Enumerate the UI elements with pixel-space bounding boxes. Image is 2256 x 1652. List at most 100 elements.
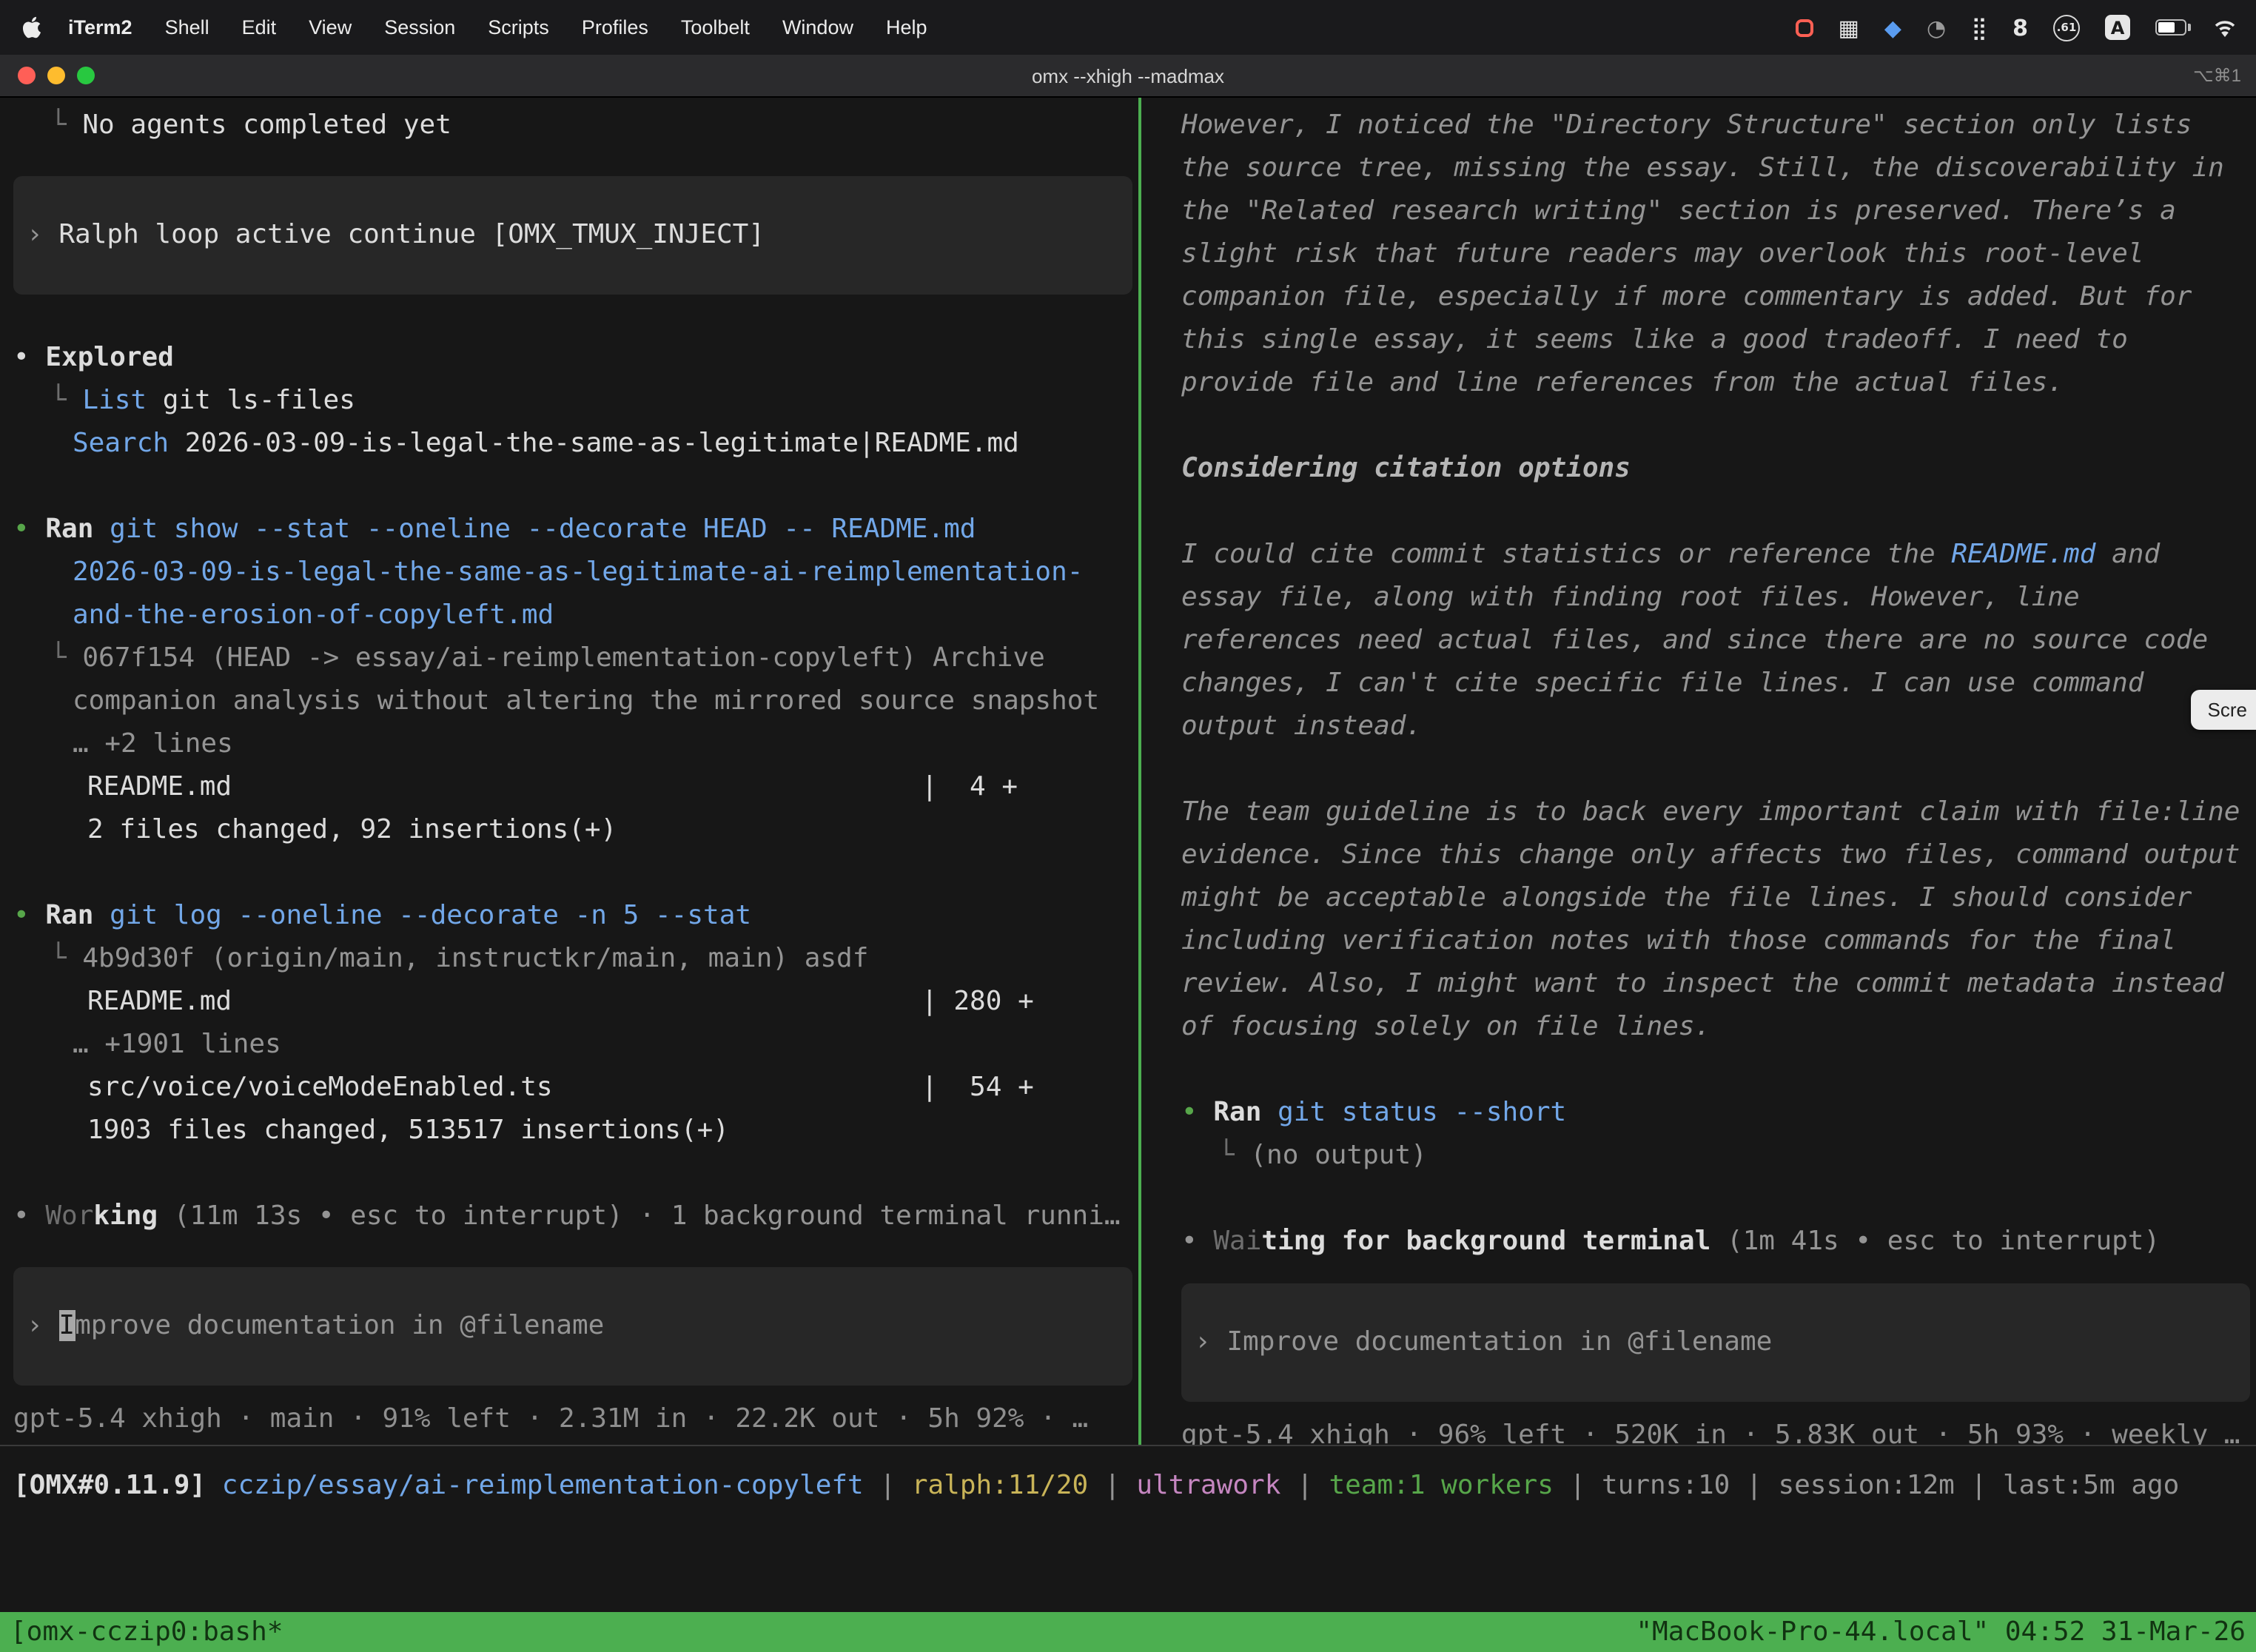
no-agents-line: └ No agents completed yet [13,104,1138,147]
git-status-command: git status --short [1278,1097,1566,1128]
screen: iTerm2 Shell Edit View Session Scripts P… [0,0,2256,1652]
keypad-icon[interactable]: ▦ [1838,14,1859,41]
gauge-61-icon[interactable]: .61 [2053,14,2080,41]
thinking-paragraph-line: I could cite commit statistics or refere… [1181,533,2256,576]
screen-record-indicator-icon[interactable] [1795,19,1813,36]
separator: | [1746,1470,1762,1501]
menu-item-scripts[interactable]: Scripts [471,16,565,38]
ran-verb: Ran [45,900,93,931]
window-shortcut: ⌥⌘1 [2193,65,2241,86]
diffstat-text: README.md | 4 + [87,771,1018,802]
thinking-paragraph-line: slight risk that future readers may over… [1181,232,2256,275]
waiting-shimmer-dim: Wai [1213,1226,1261,1257]
list-verb: List [82,385,147,416]
menu-item-profiles[interactable]: Profiles [565,16,665,38]
tree-glyph: └ [50,642,67,674]
diffstat-text: README.md | 280 + [87,986,1034,1017]
model-status-line: gpt-5.4 xhigh · 96% left · 520K in · 5.8… [1181,1414,2256,1445]
more-text: … +1901 lines [73,1029,281,1060]
readme-link[interactable]: README.md [1951,539,2095,570]
no-output-line: └ (no output) [1181,1134,2256,1177]
explored-header: • Explored [13,336,1138,379]
eight-app-icon[interactable]: 8 [2012,14,2028,41]
explored-search-line: Search 2026-03-09-is-legal-the-same-as-l… [13,422,1138,465]
prompt-glyph: › [27,1310,43,1341]
thinking-paragraph-line: provide file and line references from th… [1181,361,2256,404]
bullet-glyph: • [13,514,30,545]
ran-git-status-header: • Ran git status --short [1181,1091,2256,1134]
ralph-loop-banner: › Ralph loop active continue [OMX_TMUX_I… [13,176,1132,295]
minimize-button[interactable] [47,67,65,84]
thinking-paragraph-line: might be acceptable alongside the file l… [1181,876,2256,919]
window-title-bar[interactable]: omx --xhigh --madmax ⌥⌘1 [0,55,2256,98]
thinking-paragraph-line: review. Also, I might want to inspect th… [1181,962,2256,1005]
raycast-icon[interactable]: ◆ [1884,14,1901,41]
thinking-paragraph-line: including verification notes with those … [1181,919,2256,962]
thinking-paragraph-line: essay file, along with finding root file… [1181,576,2256,619]
ran-verb: Ran [1213,1097,1261,1128]
menu-item-help[interactable]: Help [870,16,944,38]
commit-text: companion analysis without altering the … [73,685,1099,716]
close-button[interactable] [18,67,36,84]
input-text: mprove documentation in @filename [75,1310,604,1341]
bullet-glyph: • [13,342,30,373]
diffstat-line: README.md | 4 + [13,765,1138,808]
input-text: Improve documentation in @filename [1226,1326,1772,1357]
bottom-spacer [0,1507,2256,1612]
window-title: omx --xhigh --madmax [1032,64,1224,87]
menu-item-shell[interactable]: Shell [149,16,226,38]
explored-list-line: └ List git ls-files [13,379,1138,422]
bullet-glyph: • [1181,1097,1198,1128]
menu-item-edit[interactable]: Edit [226,16,293,38]
turns-counter: turns:10 [1602,1470,1730,1501]
zoom-button[interactable] [77,67,95,84]
ran-verb: Ran [45,514,93,545]
shield-icon[interactable]: ◔ [1927,14,1946,41]
more-lines-indicator: … +1901 lines [13,1023,1138,1066]
left-pane[interactable]: └ No agents completed yet › Ralph loop a… [0,98,1138,1445]
arg-text: and-the-erosion-of-copyleft.md [73,600,554,631]
prompt-input[interactable]: › Improve documentation in @filename [1181,1283,2250,1402]
thinking-paragraph-line: references need actual files, and since … [1181,619,2256,662]
working-detail: (11m 13s • esc to interrupt) · 1 backgro… [158,1201,1120,1232]
working-shimmer-dim: Wor [45,1201,93,1232]
menu-item-window[interactable]: Window [766,16,870,38]
model-status-line: gpt-5.4 xhigh · main · 91% left · 2.31M … [13,1397,1138,1440]
dots-grid-icon[interactable]: ⣿ [1971,14,1987,41]
input-source-icon[interactable]: A [2105,15,2130,40]
no-agents-text: No agents completed yet [82,110,451,141]
screen-share-flag[interactable]: Scre [2192,690,2256,730]
waiting-shimmer-bright: ting for background terminal [1261,1226,1711,1257]
git-show-arg-line: 2026-03-09-is-legal-the-same-as-legitima… [13,551,1138,594]
session-time: session:12m [1778,1470,1954,1501]
thinking-text: and [2095,539,2160,570]
diffstat-text: 2 files changed, 92 insertions(+) [87,814,617,845]
terminal-body: └ No agents completed yet › Ralph loop a… [0,98,2256,1652]
wifi-icon[interactable] [2212,17,2238,38]
prompt-input[interactable]: › Improve documentation in @filename [13,1267,1132,1386]
battery-body [2155,19,2186,36]
team-workers: team:1 workers [1329,1470,1553,1501]
apple-menu-icon[interactable] [21,16,43,38]
tmux-host-time: "MacBook-Pro-44.local" 04:52 31-Mar-26 [1636,1616,2246,1648]
thinking-paragraph-line: output instead. [1181,705,2256,748]
working-indicator: • Working (11m 13s • esc to interrupt) ·… [13,1195,1138,1238]
menu-item-session[interactable]: Session [368,16,471,38]
arg-text: 2026-03-09-is-legal-the-same-as-legitima… [73,557,1083,588]
menu-item-view[interactable]: View [292,16,368,38]
git-show-command: git show --stat --oneline --decorate HEA… [110,514,976,545]
separator: | [879,1470,896,1501]
tree-glyph: └ [50,943,67,974]
commit-text: 4b9d30f (origin/main, instructkr/main, m… [82,943,868,974]
prompt-glyph: › [1195,1326,1211,1357]
search-verb: Search [73,428,169,459]
right-pane[interactable]: However, I noticed the "Directory Struct… [1141,98,2256,1445]
commit-text: 067f154 (HEAD -> essay/ai-reimplementati… [82,642,1044,674]
menu-item-toolbelt[interactable]: Toolbelt [665,16,766,38]
waiting-indicator: • Waiting for background terminal (1m 41… [1181,1220,2256,1263]
menu-item-iterm2[interactable]: iTerm2 [52,16,149,38]
thinking-paragraph-line: changes, I can't cite specific file line… [1181,662,2256,705]
battery-icon[interactable] [2155,19,2186,36]
thinking-text: I could cite commit statistics or refere… [1181,539,1951,570]
tree-glyph: └ [1218,1140,1235,1171]
